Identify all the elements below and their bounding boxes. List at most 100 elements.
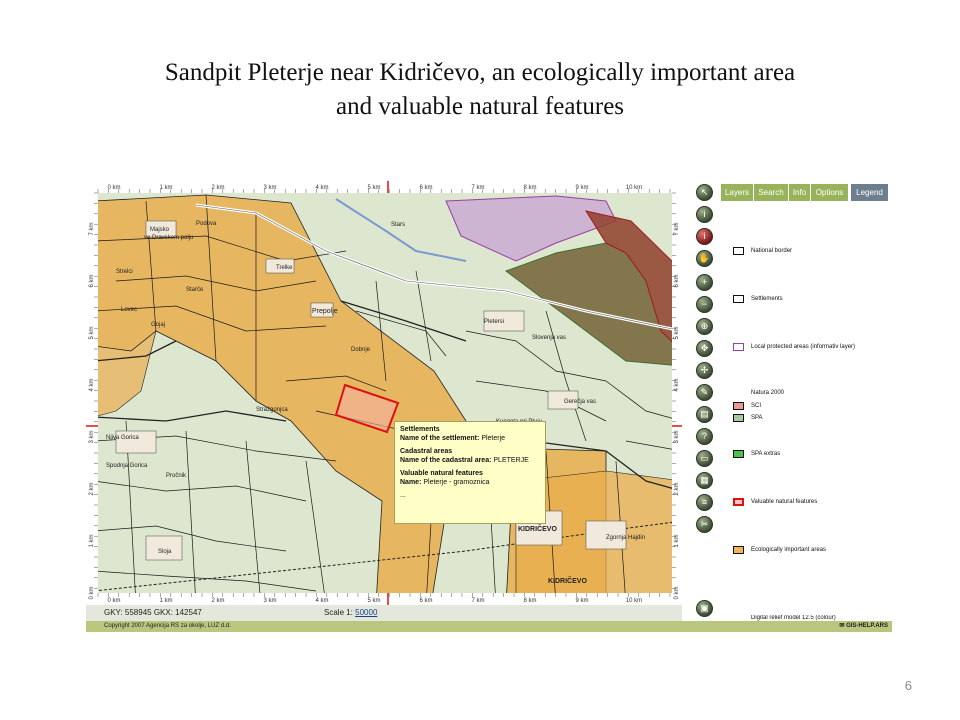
- legend-swatch: [733, 450, 744, 458]
- zoom-out-icon[interactable]: −: [696, 296, 713, 313]
- tools-icon[interactable]: ✂: [696, 516, 713, 533]
- bottom-ruler-label: 9 km: [575, 598, 588, 604]
- label-gerecja: Gerečja vas: [564, 399, 596, 405]
- copyright-bar: Copyright 2007 Agencija RS za okolje, LU…: [86, 621, 892, 632]
- label-pletersi: Pletersi: [484, 319, 504, 325]
- label-zgornja: Zgornja Hajdin: [606, 535, 645, 541]
- map-svg[interactable]: 0 km 1 km 2 km 3 km 4 km 5 km 6 km 7 km 8 km 9 km…: [86, 181, 682, 605]
- left-ruler-label: 0 km: [89, 586, 95, 599]
- top-ruler-label: 6 km: [419, 185, 432, 191]
- left-ruler-label: 6 km: [89, 274, 95, 287]
- zoom-area-icon[interactable]: ⊕: [696, 318, 713, 335]
- export-icon[interactable]: ▣: [696, 600, 713, 617]
- left-ruler-label: 1 km: [89, 534, 95, 547]
- label-sloven-vas: Slovenja vas: [532, 335, 566, 341]
- bottom-ruler-label: 3 km: [263, 598, 276, 604]
- measure-icon[interactable]: ✎: [696, 384, 713, 401]
- tab-layers[interactable]: Layers: [721, 184, 754, 201]
- bottom-ruler-label: 0 km: [107, 598, 120, 604]
- scale-value[interactable]: 50000: [355, 608, 377, 617]
- coordinate-readout: GKY: 558945 GKX: 142547: [104, 608, 202, 617]
- legend-label: Local protected areas (informativ layer): [751, 344, 856, 350]
- label-dobnje: Dobnje: [351, 347, 371, 353]
- gis-viewer-window: 0 km 1 km 2 km 3 km 4 km 5 km 6 km 7 km 8 km 9 km…: [86, 181, 892, 632]
- zoom-in-icon[interactable]: +: [696, 274, 713, 291]
- bottom-ruler-label: 4 km: [315, 598, 328, 604]
- move-icon[interactable]: ✢: [696, 362, 713, 379]
- popup-cadastral-heading: Cadastral areas: [400, 448, 453, 455]
- right-ruler-label: 3 km: [674, 430, 680, 443]
- bottom-ruler-bg: [86, 593, 682, 605]
- tab-legend[interactable]: Legend: [851, 184, 889, 201]
- tab-options[interactable]: Options: [811, 184, 849, 201]
- pan-icon[interactable]: ✋: [696, 250, 713, 267]
- legend-swatch: [733, 295, 744, 303]
- label-stars: Stars: [391, 222, 405, 228]
- panel-tabs: Layers Search Info Options Legend: [721, 184, 892, 201]
- popup-cadastral-label: Name of the cadastral area:: [400, 457, 492, 464]
- gis-help-link[interactable]: ✉ GIS-HELP.ARS: [839, 621, 888, 632]
- left-ruler-label: 7 km: [89, 222, 95, 235]
- top-ruler-label: 2 km: [211, 185, 224, 191]
- bottom-ruler-label: 6 km: [419, 598, 432, 604]
- legend-label: Settlements: [751, 296, 783, 302]
- top-ruler-label: 8 km: [523, 185, 536, 191]
- top-ruler-label: 10 km: [626, 185, 642, 191]
- label-gojaj: Gojaj: [151, 322, 165, 328]
- print-icon[interactable]: ▭: [696, 450, 713, 467]
- label-spodnja-gorica: Spodnja Gorica: [106, 463, 148, 469]
- tab-search[interactable]: Search: [754, 184, 789, 201]
- top-ruler-label: 1 km: [159, 185, 172, 191]
- tab-info[interactable]: Info: [789, 184, 811, 201]
- label-trelke: Trelke: [276, 265, 293, 271]
- label-starce: Starče: [186, 287, 204, 293]
- slide-number: 6: [904, 678, 912, 693]
- bottom-ruler-label: 5 km: [367, 598, 380, 604]
- right-ruler-label: 6 km: [674, 274, 680, 287]
- map-canvas[interactable]: 0 km 1 km 2 km 3 km 4 km 5 km 6 km 7 km 8 km 9 km…: [86, 181, 682, 605]
- label-njive: Njiva Gorica: [106, 435, 139, 441]
- identify-icon[interactable]: i: [696, 228, 713, 245]
- legend-swatch: [733, 247, 744, 255]
- status-bar: GKY: 558945 GKX: 142547 Scale 1: 50000: [86, 605, 682, 621]
- copyright-text: Copyright 2007 Agencija RS za okolje, LU…: [104, 623, 231, 629]
- pointer-icon[interactable]: ↖: [696, 184, 713, 201]
- info-icon[interactable]: i: [696, 206, 713, 223]
- right-ruler-label: 1 km: [674, 534, 680, 547]
- legend-swatch: [733, 402, 744, 410]
- left-ruler-label: 2 km: [89, 482, 95, 495]
- scale-label: Scale 1:: [324, 608, 353, 617]
- legend-swatch: [733, 414, 744, 422]
- grid-icon[interactable]: ▦: [696, 472, 713, 489]
- legend-item-relief-partial: Digital relief model 12.5 (colour): [751, 615, 836, 621]
- bottom-ruler-label: 8 km: [523, 598, 536, 604]
- help-icon[interactable]: ?: [696, 428, 713, 445]
- map-toolbar: ↖ i i ✋ + − ⊕ ✥ ✢ ✎ ▤ ? ▭ ▦ ≡ ✂ ▣: [693, 184, 719, 624]
- right-ruler-label: 0 km: [674, 586, 680, 599]
- report-icon[interactable]: ≡: [696, 494, 713, 511]
- popup-features-value: Pleterje - gramoznica: [423, 479, 490, 486]
- side-panel: Layers Search Info Options Legend Nation…: [721, 184, 892, 621]
- legend-natura-heading: Natura 2000: [751, 390, 785, 396]
- right-ruler-label: 7 km: [674, 222, 680, 235]
- label-strazgonca: Stražgonjca: [256, 407, 288, 413]
- popup-cadastral-value: PLETERJE: [493, 457, 529, 464]
- legend-swatch: [733, 498, 744, 506]
- bottom-ruler-label: 2 km: [211, 598, 224, 604]
- top-ruler-label: 4 km: [315, 185, 328, 191]
- top-ruler-label: 9 km: [575, 185, 588, 191]
- legend-swatch: [733, 546, 744, 554]
- popup-settlement-value: Pleterje: [481, 435, 506, 442]
- legend-label: SPA extras: [751, 451, 781, 457]
- draw-icon[interactable]: ▤: [696, 406, 713, 423]
- scale-control[interactable]: Scale 1: 50000: [324, 605, 377, 621]
- left-ruler-label: 4 km: [89, 378, 95, 391]
- bottom-ruler-label: 10 km: [626, 598, 642, 604]
- top-ruler-label: 0 km: [107, 185, 120, 191]
- full-extent-icon[interactable]: ✥: [696, 340, 713, 357]
- slide-title: Sandpit Pleterje near Kidričevo, an ecol…: [40, 56, 920, 124]
- slide-title-line-1: Sandpit Pleterje near Kidričevo, an ecol…: [164, 59, 796, 86]
- top-ruler-label: 3 km: [263, 185, 276, 191]
- label-lovec: Lovec: [121, 307, 137, 313]
- legend-label: National border: [751, 248, 793, 254]
